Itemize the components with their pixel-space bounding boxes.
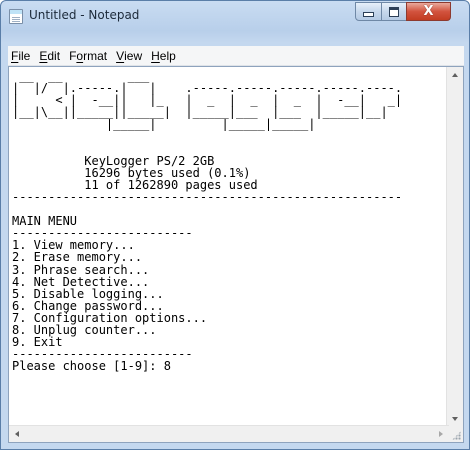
menu-help-rest: elp bbox=[159, 48, 176, 63]
menu-bar: File Edit Format View Help bbox=[8, 46, 464, 66]
minimize-icon bbox=[363, 12, 374, 17]
scroll-left-icon[interactable] bbox=[15, 431, 19, 437]
window-title: Untitled - Notepad bbox=[29, 8, 140, 22]
menu-edit-rest: dit bbox=[47, 48, 61, 63]
notepad-window: Untitled - Notepad X File Edit Format Vi… bbox=[0, 0, 470, 450]
horizontal-scrollbar[interactable] bbox=[9, 425, 449, 442]
resize-grip-icon[interactable] bbox=[447, 426, 463, 442]
menu-format-rest: rmat bbox=[83, 48, 108, 63]
menu-edit[interactable]: Edit bbox=[38, 49, 61, 63]
menu-file-rest: ile bbox=[18, 48, 31, 63]
menu-edit-key: E bbox=[39, 48, 48, 63]
menu-help[interactable]: Help bbox=[150, 49, 177, 63]
scroll-down-icon[interactable] bbox=[452, 417, 458, 421]
menu-view-rest: iew bbox=[124, 48, 143, 63]
close-button[interactable]: X bbox=[406, 2, 451, 21]
menu-view[interactable]: View bbox=[115, 49, 143, 63]
title-bar[interactable]: Untitled - Notepad X bbox=[1, 1, 469, 31]
menu-file[interactable]: File bbox=[10, 49, 31, 63]
scroll-up-icon[interactable] bbox=[452, 73, 458, 77]
close-icon: X bbox=[423, 4, 434, 19]
editor-area[interactable]: __ __ ___ | |/ |.-----.| | .-----.-----.… bbox=[8, 66, 464, 443]
menu-help-key: H bbox=[151, 48, 160, 63]
scroll-right-icon[interactable] bbox=[439, 431, 443, 437]
minimize-button[interactable] bbox=[355, 2, 382, 21]
notepad-icon[interactable] bbox=[9, 9, 23, 24]
menu-view-key: V bbox=[116, 48, 125, 63]
text-area[interactable]: __ __ ___ | |/ |.-----.| | .-----.-----.… bbox=[9, 67, 449, 427]
maximize-icon bbox=[389, 6, 399, 17]
document-text[interactable]: __ __ ___ | |/ |.-----.| | .-----.-----.… bbox=[9, 67, 449, 372]
menu-file-key: F bbox=[11, 48, 19, 63]
maximize-button[interactable] bbox=[381, 2, 407, 21]
vertical-scrollbar[interactable] bbox=[446, 67, 463, 427]
menu-format[interactable]: Format bbox=[68, 49, 108, 63]
